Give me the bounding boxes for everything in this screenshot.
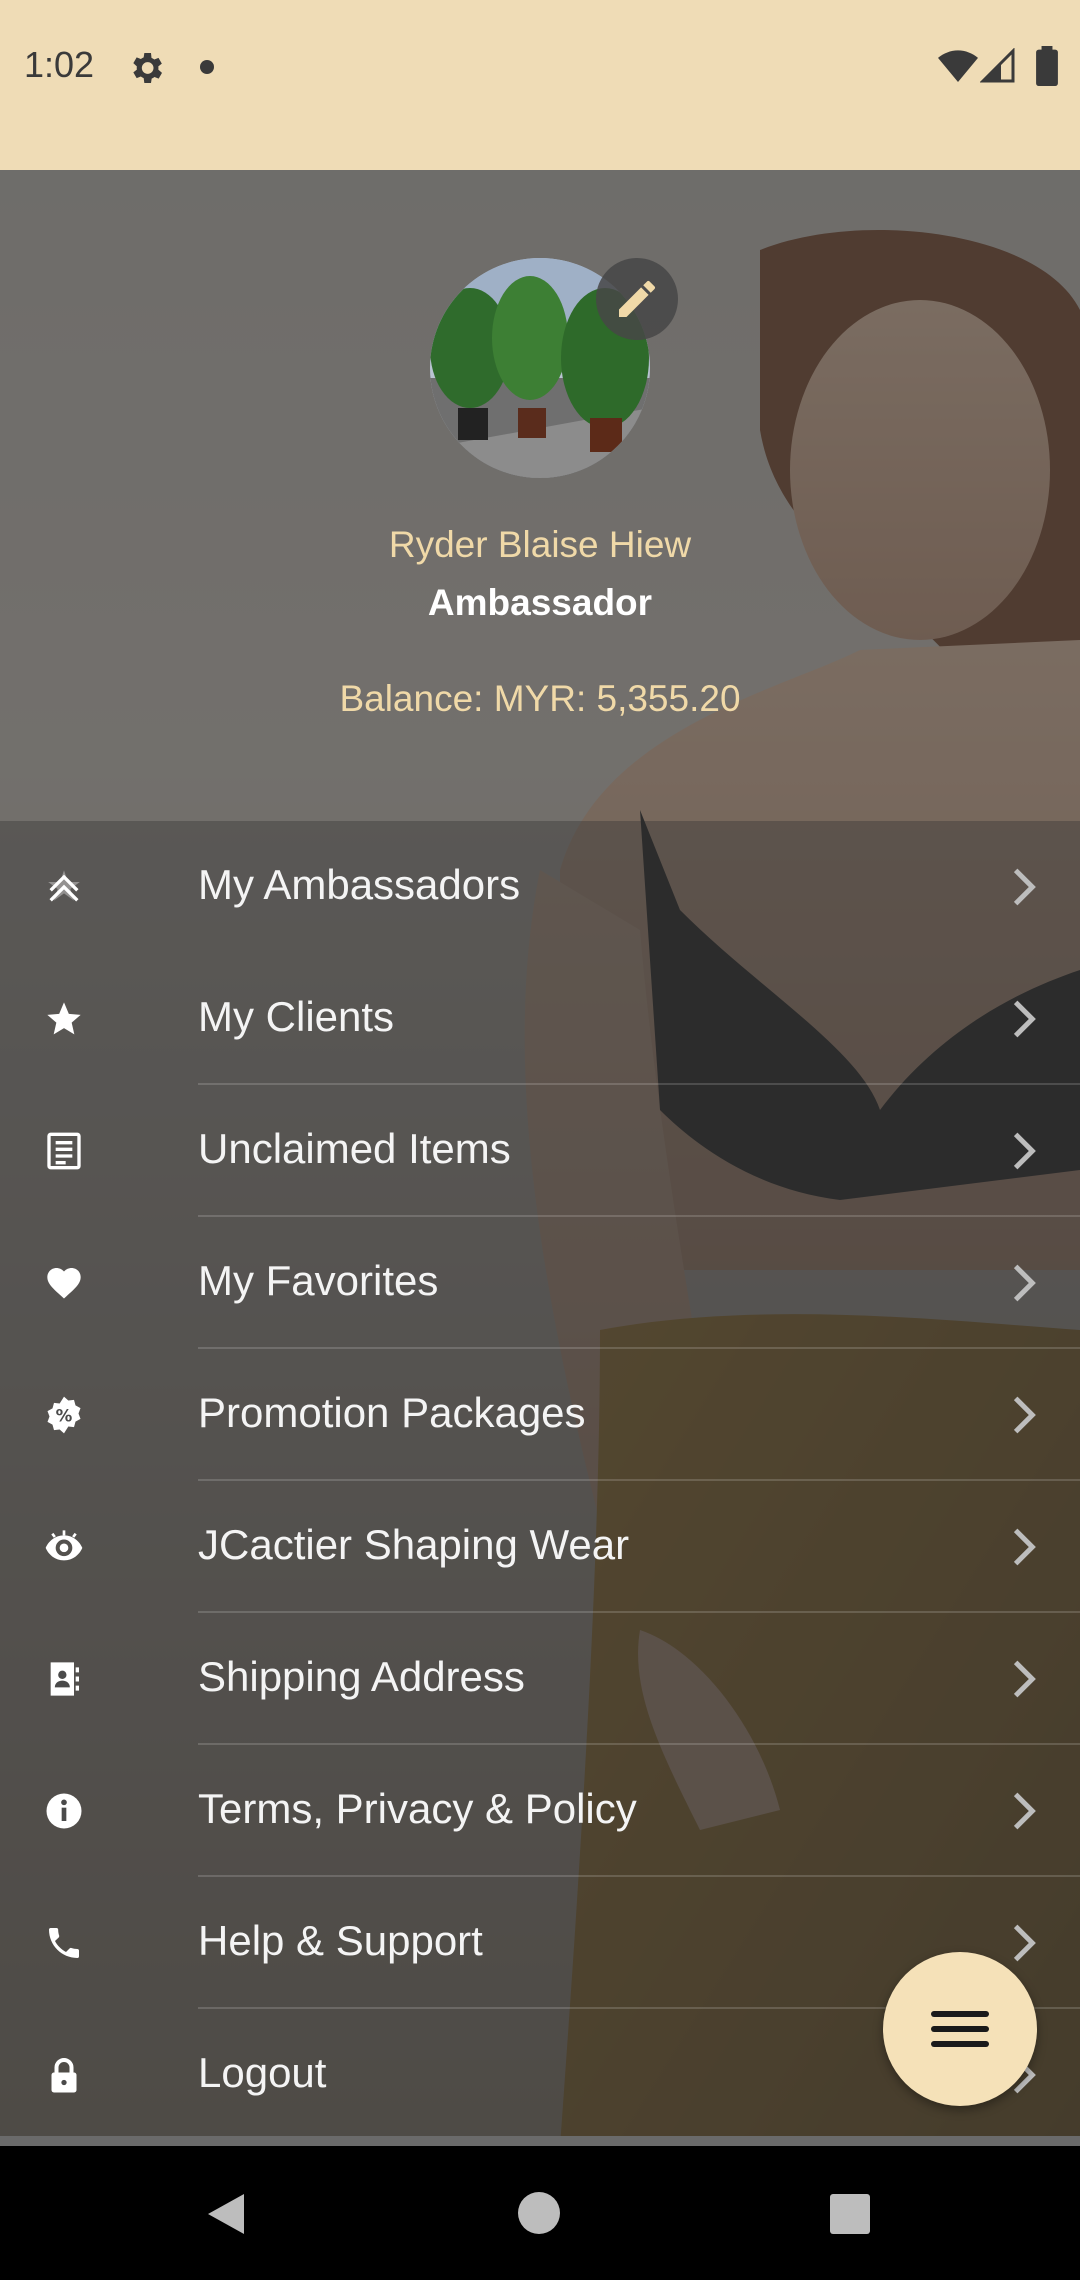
menu-icon [931, 2011, 989, 2047]
recents-icon[interactable] [830, 2194, 870, 2234]
info-icon [46, 1793, 82, 1829]
menu-item-terms-privacy-policy[interactable]: Terms, Privacy & Policy [0, 1745, 1080, 1877]
edit-profile-button[interactable] [596, 258, 678, 340]
menu-fab-button[interactable] [883, 1952, 1037, 2106]
menu-item-my-favorites[interactable]: My Favorites [0, 1217, 1080, 1349]
chevron-right-icon [1013, 1660, 1036, 1698]
battery-icon [1036, 46, 1058, 86]
menu-item-unclaimed-items[interactable]: Unclaimed Items [0, 1085, 1080, 1217]
profile-balance: Balance: MYR: 5,355.20 [339, 678, 741, 719]
profile-role: Ambassador [427, 582, 653, 623]
menu-item-label: My Clients [198, 993, 395, 1040]
chevron-right-icon [1013, 1132, 1036, 1170]
receipt-icon [47, 1132, 81, 1170]
status-time: 1:02 [24, 44, 95, 85]
menu-item-label: Unclaimed Items [198, 1125, 511, 1172]
chevron-right-icon [1013, 1396, 1036, 1434]
svg-text:%: % [56, 1407, 73, 1426]
bottom-strip [0, 2136, 1080, 2146]
chevron-right-icon [1013, 1264, 1036, 1302]
menu-item-label: Help & Support [198, 1917, 483, 1964]
back-icon[interactable] [204, 2190, 248, 2238]
percent-badge-icon: % [47, 1396, 81, 1434]
menu-item-label: JCactier Shaping Wear [198, 1521, 630, 1568]
drawer-menu: My Ambassadors My Clients Unclaimed Item… [0, 821, 1080, 2141]
menu-item-shipping-address[interactable]: Shipping Address [0, 1613, 1080, 1745]
chevron-right-icon [1013, 1792, 1036, 1830]
address-book-icon [50, 1662, 79, 1696]
pencil-icon [619, 280, 655, 317]
home-icon[interactable] [518, 2192, 560, 2234]
status-bar: 1:02 [0, 0, 1080, 170]
star-icon [47, 1002, 81, 1035]
phone-icon [49, 1928, 79, 1958]
menu-item-label: My Favorites [198, 1257, 439, 1304]
gear-icon [133, 53, 162, 83]
menu-item-jcactier-shaping-wear[interactable]: JCactier Shaping Wear [0, 1481, 1080, 1613]
menu-item-label: Logout [198, 2049, 327, 2096]
menu-item-promotion-packages[interactable]: % Promotion Packages [0, 1349, 1080, 1481]
eye-icon [45, 1530, 83, 1561]
menu-item-label: Shipping Address [198, 1653, 525, 1700]
menu-item-label: Promotion Packages [198, 1389, 586, 1436]
system-nav-bar [0, 2146, 1080, 2280]
menu-item-my-clients[interactable]: My Clients [0, 953, 1080, 1085]
profile-name: Ryder Blaise Hiew [388, 524, 692, 565]
menu-item-label: Terms, Privacy & Policy [198, 1785, 637, 1832]
menu-item-label: My Ambassadors [198, 861, 521, 908]
drawer-main: Ryder Blaise Hiew Ambassador Balance: MY… [0, 170, 1080, 2146]
wifi-icon [938, 50, 978, 82]
chevron-right-icon [1013, 1000, 1036, 1038]
heart-icon [47, 1268, 81, 1299]
lock-icon [51, 2058, 77, 2093]
ambassador-star-icon [48, 870, 80, 902]
notification-dot-icon [200, 60, 214, 74]
signal-icon [980, 48, 1015, 83]
chevron-right-icon [1013, 868, 1036, 906]
chevron-right-icon [1013, 1924, 1036, 1962]
menu-item-my-ambassadors[interactable]: My Ambassadors [0, 821, 1080, 953]
chevron-right-icon [1013, 1528, 1036, 1566]
